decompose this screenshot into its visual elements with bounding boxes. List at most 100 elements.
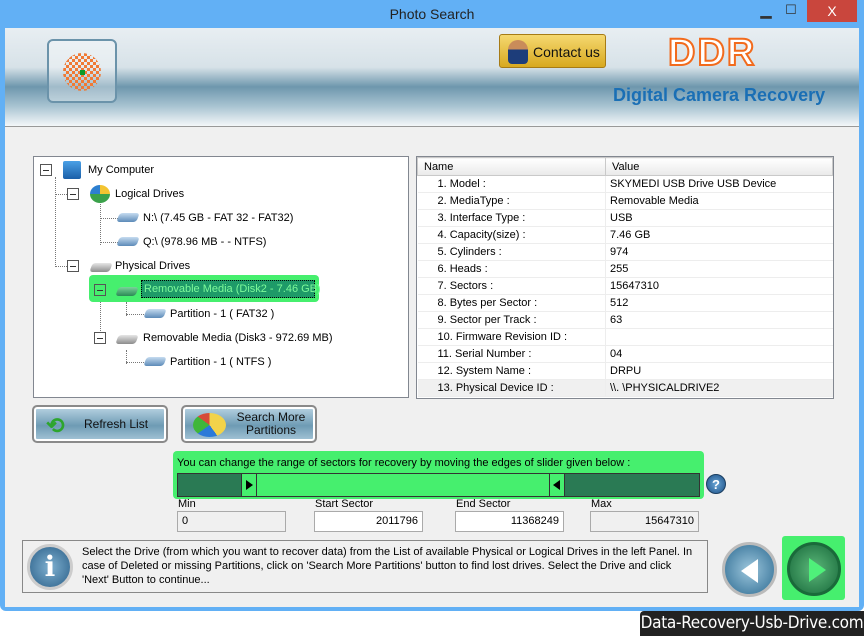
collapse-toggle[interactable] bbox=[67, 188, 79, 200]
tree-item-physical-drives[interactable]: Physical Drives bbox=[115, 258, 190, 274]
property-name: 9. Sector per Track : bbox=[417, 311, 606, 329]
collapse-toggle[interactable] bbox=[94, 332, 106, 344]
property-name: 1. Model : bbox=[417, 175, 606, 193]
window-title: Photo Search bbox=[389, 6, 475, 22]
collapse-toggle[interactable] bbox=[40, 164, 52, 176]
product-name: Digital Camera Recovery bbox=[613, 85, 826, 105]
tree-item-disk3[interactable]: Removable Media (Disk3 - 972.69 MB) bbox=[143, 330, 333, 346]
tree-item-disk2[interactable]: Removable Media (Disk2 - 7.46 GB) bbox=[141, 280, 321, 298]
close-button[interactable]: X bbox=[807, 0, 857, 22]
table-row[interactable]: 5. Cylinders :974 bbox=[417, 243, 833, 261]
hard-disk-icon bbox=[89, 263, 113, 272]
property-value bbox=[605, 328, 833, 346]
partition-icon bbox=[143, 309, 167, 318]
tree-item-logical-drives[interactable]: Logical Drives bbox=[115, 186, 184, 202]
end-handle[interactable] bbox=[550, 474, 565, 496]
table-row[interactable]: 10. Firmware Revision ID : bbox=[417, 328, 833, 346]
table-row[interactable]: 12. System Name : DRPU bbox=[417, 362, 833, 380]
contact-label: Contact us bbox=[533, 44, 600, 60]
arrow-left-icon bbox=[741, 559, 758, 583]
property-value: 04 bbox=[605, 345, 833, 363]
computer-icon bbox=[63, 161, 81, 179]
property-value: 255 bbox=[605, 260, 833, 278]
property-name: 2. MediaType : bbox=[417, 192, 606, 210]
column-header-name[interactable]: Name bbox=[417, 157, 606, 176]
search-more-partitions-button[interactable]: Search More Partitions bbox=[181, 405, 317, 443]
property-value: Removable Media bbox=[605, 192, 833, 210]
app-logo bbox=[47, 39, 117, 103]
drive-icon bbox=[116, 213, 140, 222]
property-name: 4. Capacity(size) : bbox=[417, 226, 606, 244]
tree-item-my-computer[interactable]: My Computer bbox=[88, 162, 154, 178]
table-row[interactable]: 11. Serial Number :04 bbox=[417, 345, 833, 363]
hard-disk-icon bbox=[115, 335, 139, 344]
property-name: 13. Physical Device ID : bbox=[417, 379, 606, 397]
refresh-list-button[interactable]: ⟲ Refresh List bbox=[32, 405, 168, 443]
property-name: 7. Sectors : bbox=[417, 277, 606, 295]
start-handle[interactable] bbox=[241, 474, 256, 496]
property-value: 15647310 bbox=[605, 277, 833, 295]
max-field: 15647310 bbox=[590, 511, 699, 532]
property-value: 63 bbox=[605, 311, 833, 329]
drive-properties-table: Name Value 1. Model : SKYMEDI USB Drive U… bbox=[416, 156, 834, 399]
drive-icon bbox=[116, 237, 140, 246]
table-row[interactable]: 6. Heads :255 bbox=[417, 260, 833, 278]
max-label: Max bbox=[591, 498, 612, 510]
property-value: USB bbox=[605, 209, 833, 227]
table-row[interactable]: 9. Sector per Track :63 bbox=[417, 311, 833, 329]
sector-range-slider[interactable] bbox=[177, 473, 700, 497]
next-button[interactable] bbox=[787, 542, 841, 596]
back-button[interactable] bbox=[722, 542, 777, 597]
brand-logo: DDR bbox=[667, 31, 757, 75]
table-row[interactable]: 13. Physical Device ID : \\. \PHYSICALDRI… bbox=[417, 379, 833, 397]
table-row[interactable]: 1. Model : SKYMEDI USB Drive USB Device bbox=[417, 175, 833, 193]
start-sector-input[interactable]: 2011796 bbox=[314, 511, 423, 532]
info-text: Select the Drive (from which you want to… bbox=[82, 546, 693, 586]
help-icon[interactable]: ? bbox=[706, 474, 726, 494]
pie-chart-icon bbox=[193, 413, 226, 437]
property-name: 12. System Name : bbox=[417, 362, 606, 380]
property-name: 8. Bytes per Sector : bbox=[417, 294, 606, 312]
end-sector-input[interactable]: 11368249 bbox=[455, 511, 564, 532]
minimize-button[interactable]: ▁ bbox=[755, 2, 777, 20]
table-row[interactable]: 2. MediaType : Removable Media bbox=[417, 192, 833, 210]
property-name: 5. Cylinders : bbox=[417, 243, 606, 261]
tree-item-disk2-partition[interactable]: Partition - 1 ( FAT32 ) bbox=[170, 306, 274, 322]
column-header-value[interactable]: Value bbox=[605, 157, 833, 176]
logical-drives-icon bbox=[90, 185, 110, 203]
table-row[interactable]: 4. Capacity(size) :7.46 GB bbox=[417, 226, 833, 244]
maximize-button[interactable]: ☐ bbox=[780, 2, 802, 20]
person-icon bbox=[508, 40, 528, 64]
hard-disk-icon bbox=[115, 287, 139, 296]
end-sector-label: End Sector bbox=[456, 498, 511, 510]
tree-item-disk3-partition[interactable]: Partition - 1 ( NTFS ) bbox=[170, 354, 271, 370]
start-sector-label: Start Sector bbox=[315, 498, 374, 510]
tree-item-drive-q[interactable]: Q:\ (978.96 MB - - NTFS) bbox=[143, 234, 266, 250]
arrow-right-icon bbox=[809, 558, 826, 582]
collapse-toggle[interactable] bbox=[67, 260, 79, 272]
property-value: DRPU bbox=[605, 362, 833, 380]
title-bar: Photo Search ▁ ☐ X bbox=[0, 0, 864, 28]
contact-us-button[interactable]: Contact us bbox=[499, 34, 606, 68]
table-row[interactable]: 3. Interface Type : USB bbox=[417, 209, 833, 227]
selected-range bbox=[256, 474, 550, 496]
property-name: 3. Interface Type : bbox=[417, 209, 606, 227]
min-label: Min bbox=[178, 498, 196, 510]
refresh-icon: ⟲ bbox=[46, 413, 65, 438]
refresh-label: Refresh List bbox=[84, 417, 149, 431]
property-name: 10. Firmware Revision ID : bbox=[417, 328, 606, 346]
min-field: 0 bbox=[177, 511, 286, 532]
table-row[interactable]: 8. Bytes per Sector :512 bbox=[417, 294, 833, 312]
property-value: \\. \PHYSICALDRIVE2 bbox=[605, 379, 833, 397]
property-value: SKYMEDI USB Drive USB Device bbox=[605, 175, 833, 193]
watermark: Data-Recovery-Usb-Drive.com bbox=[640, 611, 864, 636]
property-name: 11. Serial Number : bbox=[417, 345, 606, 363]
table-row[interactable]: 7. Sectors :15647310 bbox=[417, 277, 833, 295]
property-value: 512 bbox=[605, 294, 833, 312]
collapse-toggle[interactable] bbox=[94, 284, 106, 296]
search-label: Search More Partitions bbox=[236, 410, 306, 437]
slider-instruction: You can change the range of sectors for … bbox=[177, 457, 631, 469]
info-icon: i bbox=[27, 544, 73, 590]
tree-item-drive-n[interactable]: N:\ (7.45 GB - FAT 32 - FAT32) bbox=[143, 210, 293, 226]
property-name: 6. Heads : bbox=[417, 260, 606, 278]
